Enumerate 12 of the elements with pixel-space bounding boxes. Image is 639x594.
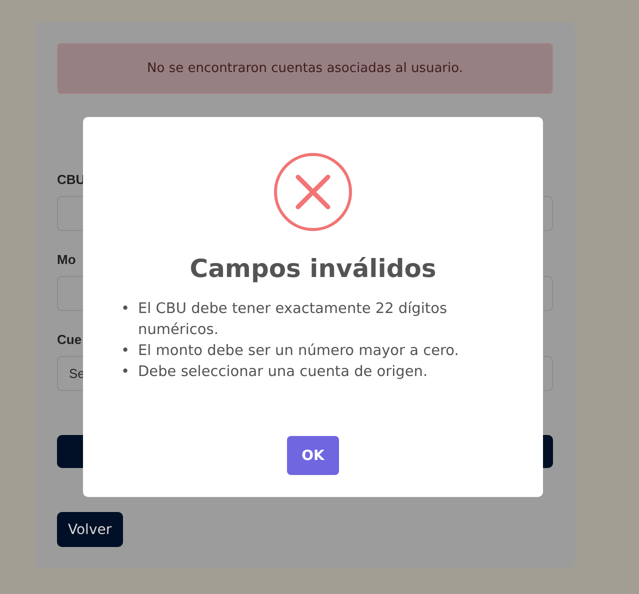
back-button[interactable]: Volver (57, 512, 123, 547)
bullet: • (121, 363, 131, 382)
field-label: Cue (57, 331, 82, 349)
ok-button[interactable]: OK (287, 436, 339, 475)
error-message: El monto debe ser un número mayor a cero. (138, 342, 460, 361)
error-message: El CBU debe tener exactamente 22 dígitos numéricos. (138, 300, 448, 340)
error-message: Debe seleccionar una cuenta de origen. (138, 363, 429, 382)
error-alert: No se encontraron cuentas asociadas al usuario. (57, 43, 553, 94)
field-label: Mo (57, 251, 76, 269)
bullet: • (121, 342, 131, 361)
bullet: • (121, 300, 131, 319)
modal-title: Campos inválidos (190, 253, 436, 285)
